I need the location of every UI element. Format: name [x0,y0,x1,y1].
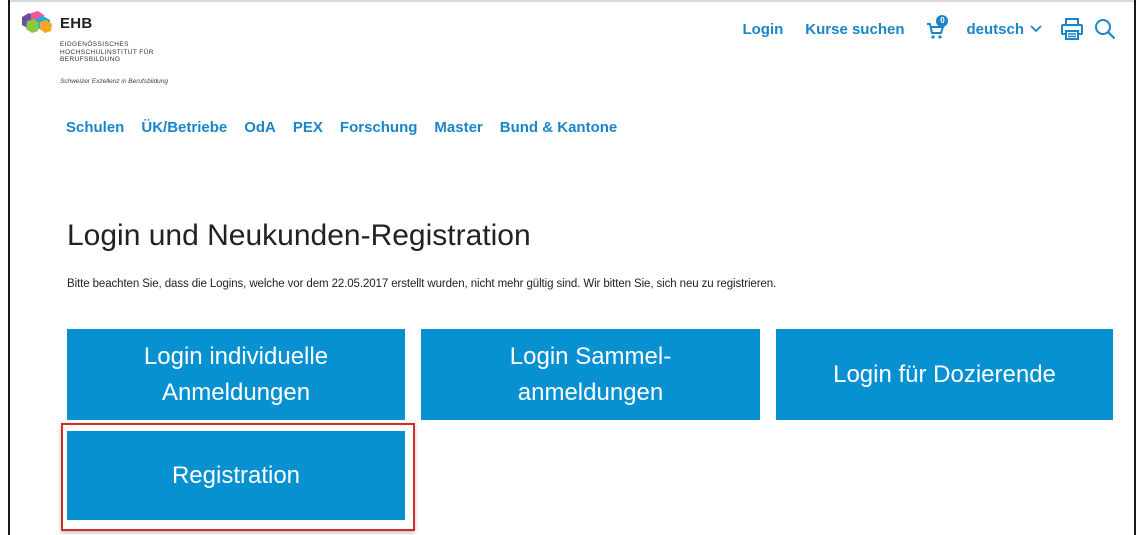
logo-tagline: Schweizer Exzellenz in Berufsbildung [60,78,169,85]
cart-button[interactable]: 0 [926,15,950,39]
nav-item-forschung[interactable]: Forschung [340,119,418,136]
page-title: Login und Neukunden-Registration [67,219,531,252]
logo-institution-name: EIDGENÖSSISCHES HOCHSCHULINSTITUT FÜR BE… [60,41,154,64]
language-selector[interactable]: deutsch [966,21,1042,38]
nav-item-pex[interactable]: PEX [293,119,323,136]
nav-item-schulen[interactable]: Schulen [66,119,124,136]
language-label: deutsch [966,20,1024,38]
print-icon[interactable] [1060,17,1084,41]
nav-item-uek-betriebe[interactable]: ÜK/Betriebe [141,119,227,136]
main-nav: Schulen ÜK/Betriebe OdA PEX Forschung Ma… [66,119,634,136]
chevron-down-icon [1030,25,1042,33]
logo-name: EHB [60,15,93,32]
cart-count-badge: 0 [936,15,949,27]
search-icon[interactable] [1094,18,1116,40]
logo-line: BERUFSBILDUNG [60,56,121,63]
tile-label: Login individuelle Anmeldungen [143,342,329,406]
nav-item-bund-kantone[interactable]: Bund & Kantone [500,119,618,136]
login-individual-button[interactable]: Login individuelle Anmeldungen [67,329,405,420]
login-collective-button[interactable]: Login Sammel-anmeldungen [421,329,760,420]
search-courses-link[interactable]: Kurse suchen [805,21,904,38]
login-lecturers-button[interactable]: Login für Dozierende [776,329,1113,420]
login-link[interactable]: Login [742,21,783,38]
nav-item-master[interactable]: Master [434,119,482,136]
tile-label: Login Sammel-anmeldungen [509,342,672,406]
nav-item-oda[interactable]: OdA [244,119,276,136]
login-validity-notice: Bitte beachten Sie, dass die Logins, wel… [67,278,777,290]
tile-label: Registration [171,461,301,489]
utility-nav: Login Kurse suchen 0 deutsch [720,15,1116,41]
registration-button[interactable]: Registration [67,431,405,520]
tile-label: Login für Dozierende [833,360,1056,388]
ehb-logo-mark-icon [22,11,52,33]
logo-line: EIDGENÖSSISCHES [60,41,129,48]
logo-line: HOCHSCHULINSTITUT FÜR [60,48,154,56]
